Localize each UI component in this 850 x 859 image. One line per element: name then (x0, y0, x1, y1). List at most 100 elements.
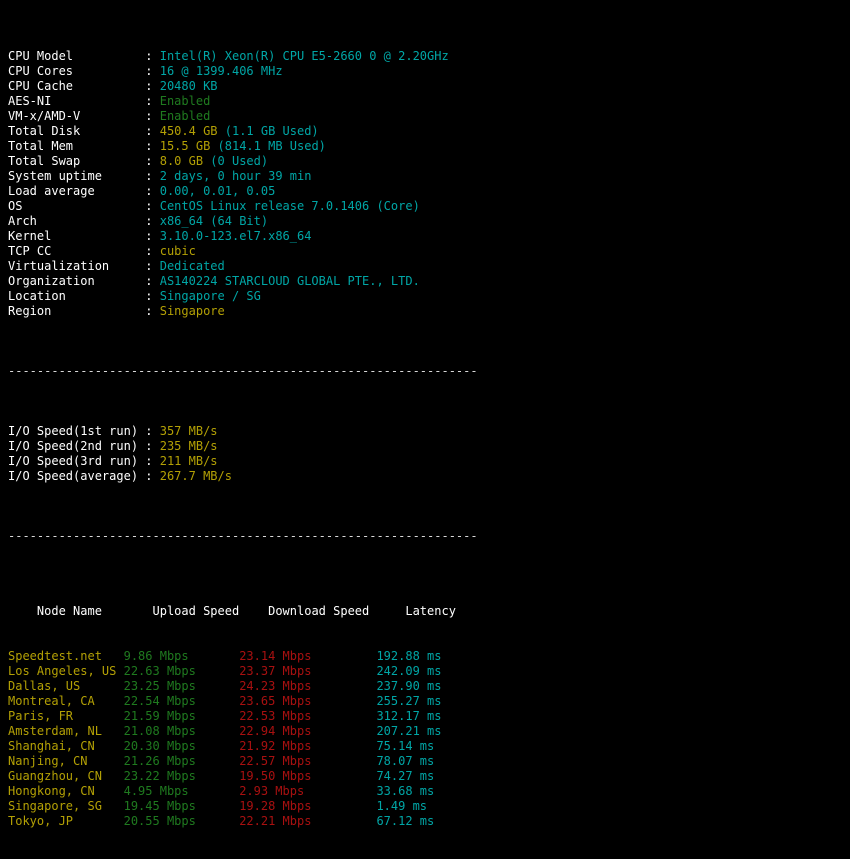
table-row: Shanghai, CN 20.30 Mbps 21.92 Mbps 75.14 ms (8, 739, 850, 754)
system-info-separator: : (145, 139, 160, 153)
speedtest-node-name: Montreal, CA (8, 694, 95, 708)
system-info-row: TCP CC: cubic (8, 244, 850, 259)
speedtest-download-speed: 22.57 Mbps (239, 754, 312, 768)
system-info-value: Singapore / SG (159, 289, 261, 303)
system-info-value-detail: (0 Used) (203, 154, 269, 168)
system-info-value: Intel(R) Xeon(R) CPU E5-2660 0 @ 2.20GHz (159, 49, 449, 63)
system-info-value: Enabled (159, 109, 211, 123)
system-info-label: Total Disk (8, 124, 81, 138)
speedtest-node-name: Speedtest.net (8, 649, 102, 663)
system-info-value: Dedicated (159, 259, 225, 273)
system-info-label: System uptime (8, 169, 102, 183)
system-info-separator: : (145, 289, 160, 303)
system-info-row: System uptime: 2 days, 0 hour 39 min (8, 169, 850, 184)
speedtest-upload-speed: 23.25 Mbps (123, 679, 196, 693)
speedtest-latency: 67.12 ms (376, 814, 435, 828)
speedtest-download-speed: 21.92 Mbps (239, 739, 312, 753)
speedtest-latency: 78.07 ms (376, 754, 435, 768)
system-info-separator: : (145, 259, 160, 273)
system-info-value: 15.5 GB (159, 139, 211, 153)
system-info-label: Total Swap (8, 154, 81, 168)
speedtest-upload-speed: 9.86 Mbps (123, 649, 189, 663)
io-speed-value: 235 MB/s (159, 439, 218, 453)
system-info-label: CPU Cache (8, 79, 74, 93)
system-info-value: Enabled (159, 94, 211, 108)
system-info-value: CentOS Linux release 7.0.1406 (Core) (159, 199, 420, 213)
io-speed-row: I/O Speed(2nd run): 235 MB/s (8, 439, 850, 454)
speedtest-download-speed: 19.28 Mbps (239, 799, 312, 813)
system-info-value-detail: (814.1 MB Used) (210, 139, 326, 153)
speedtest-upload-speed: 22.63 Mbps (123, 664, 196, 678)
speedtest-node-name: Los Angeles, US (8, 664, 117, 678)
speedtest-latency: 242.09 ms (376, 664, 442, 678)
io-speed-label: I/O Speed(2nd run) (8, 439, 139, 453)
system-info-value: AS140224 STARCLOUD GLOBAL PTE., LTD. (159, 274, 420, 288)
speedtest-latency: 1.49 ms (376, 799, 428, 813)
speedtest-download-speed: 19.50 Mbps (239, 769, 312, 783)
system-info-row: Region: Singapore (8, 304, 850, 319)
table-row: Los Angeles, US 22.63 Mbps 23.37 Mbps 242.0… (8, 664, 850, 679)
table-row: Speedtest.net 9.86 Mbps 23.14 Mbps 192.88 m… (8, 649, 850, 664)
speedtest-upload-speed: 20.30 Mbps (123, 739, 196, 753)
io-speed-label: I/O Speed(3rd run) (8, 454, 139, 468)
system-info-separator: : (145, 109, 160, 123)
system-info-row: VM-x/AMD-V: Enabled (8, 109, 850, 124)
system-info-block: CPU Model: Intel(R) Xeon(R) CPU E5-2660 … (8, 49, 850, 319)
speedtest-download-speed: 22.53 Mbps (239, 709, 312, 723)
divider-rule-top: ----------------------------------------… (8, 364, 478, 378)
table-row: Montreal, CA 22.54 Mbps 23.65 Mbps 255.27 m… (8, 694, 850, 709)
system-info-value-detail: (1.1 GB Used) (217, 124, 319, 138)
system-info-separator: : (145, 79, 160, 93)
io-speed-separator: : (145, 424, 160, 438)
speedtest-node-name: Singapore, SG (8, 799, 102, 813)
speedtest-upload-speed: 22.54 Mbps (123, 694, 196, 708)
system-info-label: OS (8, 199, 23, 213)
table-row: Guangzhou, CN 23.22 Mbps 19.50 Mbps 74.27 m… (8, 769, 850, 784)
speedtest-download-speed: 23.65 Mbps (239, 694, 312, 708)
system-info-label: Arch (8, 214, 37, 228)
system-info-separator: : (145, 94, 160, 108)
system-info-separator: : (145, 154, 160, 168)
system-info-separator: : (145, 229, 160, 243)
speedtest-download-speed: 23.14 Mbps (239, 649, 312, 663)
system-info-separator: : (145, 304, 160, 318)
io-speed-separator: : (145, 439, 160, 453)
system-info-label: AES-NI (8, 94, 52, 108)
system-info-label: VM-x/AMD-V (8, 109, 81, 123)
system-info-label: Virtualization (8, 259, 110, 273)
system-info-row: Arch: x86_64 (64 Bit) (8, 214, 850, 229)
system-info-label: Total Mem (8, 139, 74, 153)
speedtest-download-speed: 22.94 Mbps (239, 724, 312, 738)
system-info-value: 20480 KB (159, 79, 218, 93)
system-info-value: 0.00, 0.01, 0.05 (159, 184, 276, 198)
system-info-label: Organization (8, 274, 95, 288)
column-header-node-name: Node Name (36, 604, 102, 618)
speedtest-latency: 33.68 ms (376, 784, 435, 798)
system-info-value: 450.4 GB (159, 124, 218, 138)
speedtest-upload-speed: 20.55 Mbps (123, 814, 196, 828)
system-info-row: Total Mem: 15.5 GB (814.1 MB Used) (8, 139, 850, 154)
speedtest-node-name: Dallas, US (8, 679, 81, 693)
system-info-label: Region (8, 304, 52, 318)
system-info-row: Organization: AS140224 STARCLOUD GLOBAL … (8, 274, 850, 289)
system-info-row: CPU Model: Intel(R) Xeon(R) CPU E5-2660 … (8, 49, 850, 64)
speedtest-upload-speed: 21.26 Mbps (123, 754, 196, 768)
io-speed-row: I/O Speed(3rd run): 211 MB/s (8, 454, 850, 469)
system-info-label: Load average (8, 184, 95, 198)
system-info-value: 8.0 GB (159, 154, 204, 168)
speedtest-latency: 237.90 ms (376, 679, 442, 693)
speedtest-node-name: Nanjing, CN (8, 754, 88, 768)
speedtest-download-speed: 22.21 Mbps (239, 814, 312, 828)
system-info-row: Total Disk: 450.4 GB (1.1 GB Used) (8, 124, 850, 139)
system-info-separator: : (145, 169, 160, 183)
speedtest-header-row: Node Name Upload Speed Download Speed Laten… (8, 589, 850, 618)
speedtest-latency: 192.88 ms (376, 649, 442, 663)
system-info-label: TCP CC (8, 244, 52, 258)
system-info-separator: : (145, 64, 160, 78)
table-row: Tokyo, JP 20.55 Mbps 22.21 Mbps 67.12 ms (8, 814, 850, 829)
speedtest-node-name: Paris, FR (8, 709, 74, 723)
io-speed-value: 267.7 MB/s (159, 469, 232, 483)
system-info-label: CPU Model (8, 49, 74, 63)
speedtest-latency: 75.14 ms (376, 739, 435, 753)
table-row: Dallas, US 23.25 Mbps 24.23 Mbps 237.90 ms (8, 679, 850, 694)
